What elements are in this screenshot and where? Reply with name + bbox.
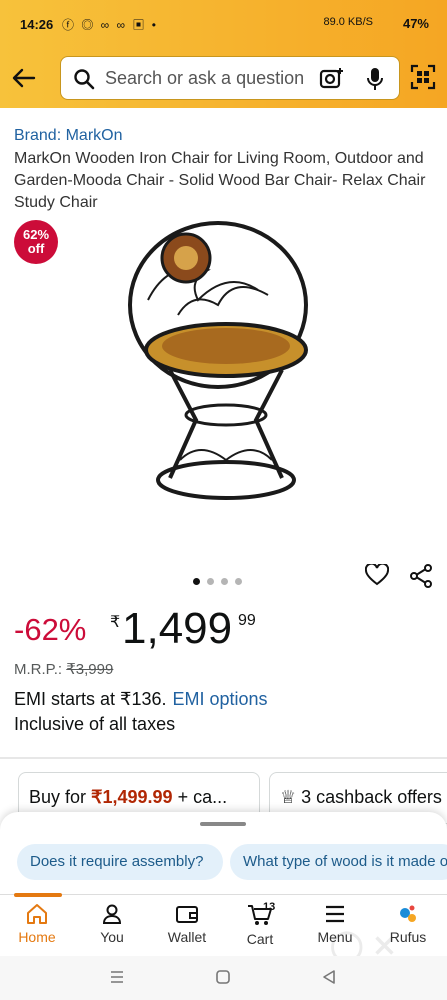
divider [0, 757, 447, 759]
crown-icon: ♕ [280, 787, 297, 807]
system-nav-bar [0, 956, 447, 1000]
menu-icon [326, 905, 344, 923]
price-currency: ₹ [110, 614, 121, 631]
home-icon [27, 904, 47, 924]
product-image[interactable] [108, 220, 328, 520]
carousel-dot[interactable] [221, 578, 228, 585]
wallet-icon [176, 906, 198, 923]
nav-home-label: Home [18, 929, 56, 945]
price-discount: -62% [14, 612, 87, 647]
emi-text: EMI starts at ₹136. [14, 689, 167, 709]
mrp-value: ₹3,999 [66, 661, 114, 678]
mrp: M.R.P.: ₹3,999 [14, 660, 113, 678]
search-icon [73, 68, 95, 95]
buy-offer-suffix: + ca... [172, 787, 228, 807]
price-fraction: 99 [238, 612, 256, 629]
status-bar: 14:26 ⓕ ◎ ∞ ∞ ▣ • 89.0 KB/S 47% [0, 0, 447, 50]
network-speed: 89.0 KB/S [323, 16, 373, 28]
nav-active-indicator [14, 893, 62, 897]
discount-badge: 62% off [14, 220, 58, 264]
nav-you-label: You [100, 929, 124, 945]
buy-offer-prefix: Buy for [29, 787, 92, 807]
status-time: 14:26 [20, 17, 54, 32]
discount-badge-off: off [27, 241, 45, 256]
person-icon [102, 904, 122, 924]
nav-wallet[interactable]: Wallet [152, 903, 222, 945]
search-header: Search or ask a question [0, 50, 447, 108]
suggestion-chip-assembly[interactable]: Does it require assembly? [17, 844, 223, 880]
nav-cart[interactable]: 13 Cart [225, 901, 295, 947]
nav-wallet-label: Wallet [167, 929, 207, 945]
carousel-dot[interactable] [235, 578, 242, 585]
nav-cart-label: Cart [246, 931, 274, 947]
camera-search-icon[interactable] [319, 67, 345, 96]
back-triangle-icon[interactable] [320, 968, 338, 991]
carousel-dot[interactable] [193, 578, 200, 585]
rufus-suggestions-sheet: Does it require assembly? What type of w… [0, 812, 447, 898]
image-carousel-dots[interactable] [193, 572, 249, 590]
battery-level: 47% [402, 16, 429, 31]
search-input[interactable]: Search or ask a question [105, 68, 311, 89]
cart-count: 13 [263, 901, 276, 913]
nav-home[interactable]: Home [2, 903, 72, 945]
discount-badge-pct: 62% [22, 227, 50, 242]
notification-icons: ⓕ ◎ ∞ ∞ ▣ • [62, 18, 158, 32]
suggestion-chip-wood[interactable]: What type of wood is it made of? [230, 844, 447, 880]
brand-link[interactable]: Brand: MarkOn [14, 127, 122, 145]
mrp-label: M.R.P.: [14, 661, 63, 678]
emi-line: EMI starts at ₹136. EMI options [14, 689, 268, 710]
tax-note: Inclusive of all taxes [14, 714, 176, 734]
home-button-icon[interactable] [214, 968, 232, 991]
emi-options-link[interactable]: EMI options [173, 689, 268, 709]
search-box[interactable]: Search or ask a question [60, 56, 400, 100]
rufus-icon [400, 905, 416, 922]
wishlist-heart-icon[interactable] [364, 562, 390, 591]
scan-icon[interactable] [410, 64, 436, 95]
price-whole: 1,499 [122, 604, 233, 653]
nav-you[interactable]: You [77, 903, 147, 945]
carousel-dot[interactable] [207, 578, 214, 585]
recent-apps-icon[interactable] [108, 968, 126, 991]
buy-offer-price: ₹1,499.99 [91, 787, 173, 807]
share-icon[interactable] [409, 564, 433, 593]
back-arrow-icon[interactable] [10, 64, 38, 92]
cashback-offer-text: 3 cashback offers [301, 787, 442, 807]
mic-icon[interactable] [365, 66, 385, 97]
sheet-handle[interactable] [200, 822, 246, 826]
product-title: MarkOn Wooden Iron Chair for Living Room… [14, 150, 426, 211]
